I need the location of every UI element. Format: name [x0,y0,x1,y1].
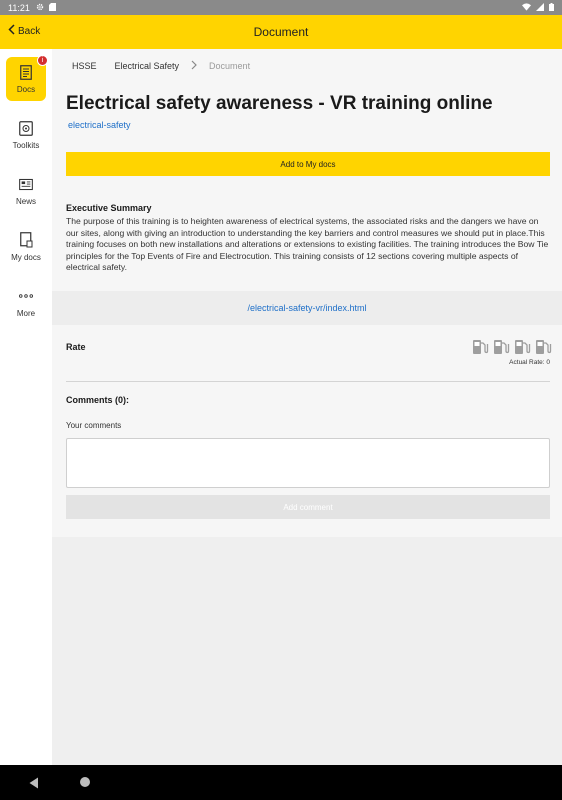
rating-pumps [472,339,552,355]
sidebar-item-more[interactable]: More [6,281,46,325]
sidebar-item-news[interactable]: News [6,169,46,213]
chevron-right-icon [191,60,197,72]
sd-card-icon [48,2,56,13]
app-bar: Back Document [0,15,562,49]
sidebar-item-label: News [15,197,36,206]
system-nav-bar [0,765,562,800]
sidebar-item-my-docs[interactable]: My docs [6,225,46,269]
toolkit-icon [19,120,33,136]
chevron-left-icon [8,24,15,38]
breadcrumb: HSSE Electrical Safety Document [72,60,250,72]
battery-icon [549,2,554,13]
add-comment-button[interactable]: Add comment [66,495,550,519]
fuel-pump-icon[interactable] [493,339,510,355]
fuel-pump-icon[interactable] [472,339,489,355]
document-card: HSSE Electrical Safety Document Electric… [52,49,562,537]
nav-back-icon[interactable] [29,776,39,794]
file-link-row: /electrical-safety-vr/index.html [52,291,562,325]
add-to-my-docs-button[interactable]: Add to My docs [66,152,550,176]
signal-icon [536,2,544,13]
summary-text: The purpose of this training is to heigh… [66,216,549,272]
doc-icon [19,64,33,80]
my-docs-icon [19,232,33,248]
comment-input[interactable] [66,438,550,488]
sidebar-item-label: More [16,309,36,318]
actual-rate: Actual Rate: 0 [509,359,550,366]
status-time: 11:21 [8,2,30,13]
sidebar-item-label: Toolkits [12,141,40,150]
divider [66,381,550,382]
comments-input-label: Your comments [66,421,122,430]
sidebar-item-label: My docs [11,253,41,262]
page-title: Document [253,25,309,39]
breadcrumb-item-electrical-safety[interactable]: Electrical Safety [115,61,180,71]
nav-home-icon[interactable] [80,777,90,787]
rate-label: Rate [66,342,86,352]
main-content: HSSE Electrical Safety Document Electric… [52,49,562,765]
more-icon [19,288,33,304]
fuel-pump-icon[interactable] [535,339,552,355]
breadcrumb-current: Document [209,61,251,71]
wifi-icon [522,2,531,13]
sidebar-item-label: Docs [16,85,36,94]
back-label: Back [18,25,41,37]
sidebar-item-docs[interactable]: Docs i [6,55,48,101]
sidebar-item-toolkits[interactable]: Toolkits [6,113,46,157]
news-icon [19,176,33,192]
sidebar: Docs i Toolkits News My docs More [0,49,52,765]
fuel-pump-icon[interactable] [514,339,531,355]
file-link[interactable]: /electrical-safety-vr/index.html [247,303,366,313]
document-title: Electrical safety awareness - VR trainin… [66,93,493,114]
comments-heading: Comments (0): [66,395,130,405]
tag-link[interactable]: electrical-safety [68,120,131,130]
breadcrumb-item-hsse[interactable]: HSSE [72,61,97,71]
back-button[interactable]: Back [8,24,40,38]
notification-badge: i [37,55,48,66]
settings-icon [36,3,44,13]
summary-heading: Executive Summary [66,203,152,213]
status-bar: 11:21 [0,0,562,15]
